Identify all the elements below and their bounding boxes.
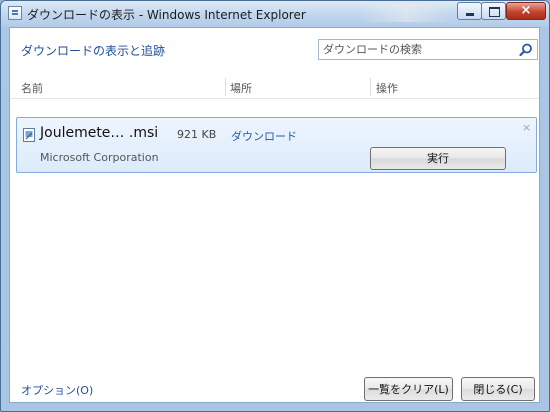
column-header-name[interactable]: 名前 — [21, 80, 43, 96]
column-divider — [370, 78, 371, 96]
download-item[interactable]: Joulemete… .msi 921 KB ダウンロード Microsoft … — [16, 117, 537, 173]
search-box[interactable] — [318, 39, 538, 60]
maximize-button[interactable] — [481, 2, 506, 20]
window-icon — [8, 6, 22, 20]
header-divider — [10, 98, 539, 99]
file-name[interactable]: Joulemete… .msi — [40, 125, 158, 141]
file-size: 921 KB — [177, 128, 217, 141]
dismiss-icon[interactable]: × — [522, 121, 531, 134]
search-icon[interactable] — [518, 42, 534, 58]
options-link[interactable]: オプション(O) — [21, 382, 93, 398]
search-input[interactable] — [319, 40, 515, 59]
file-icon — [23, 128, 35, 142]
download-window: ダウンロードの表示 - Windows Internet Explorer × … — [0, 0, 550, 412]
column-header-action[interactable]: 操作 — [376, 80, 398, 96]
run-button[interactable]: 実行 — [370, 147, 506, 170]
view-track-downloads-link[interactable]: ダウンロードの表示と追跡 — [21, 42, 165, 59]
column-header-location[interactable]: 場所 — [230, 80, 252, 96]
publisher: Microsoft Corporation — [40, 151, 159, 164]
download-location-link[interactable]: ダウンロード — [231, 128, 297, 144]
minimize-button[interactable] — [457, 2, 482, 20]
close-window-button[interactable]: × — [506, 2, 546, 20]
background-window-hint — [361, 4, 451, 22]
close-button[interactable]: 閉じる(C) — [461, 377, 535, 401]
titlebar[interactable]: ダウンロードの表示 - Windows Internet Explorer × — [1, 1, 549, 27]
clear-list-button[interactable]: 一覧をクリア(L) — [364, 377, 453, 401]
column-divider — [225, 78, 226, 96]
window-title: ダウンロードの表示 - Windows Internet Explorer — [27, 8, 306, 22]
close-icon: × — [520, 3, 532, 18]
client-area: ダウンロードの表示と追跡 名前 場所 操作 Joulemete… .msi 92… — [9, 27, 540, 403]
